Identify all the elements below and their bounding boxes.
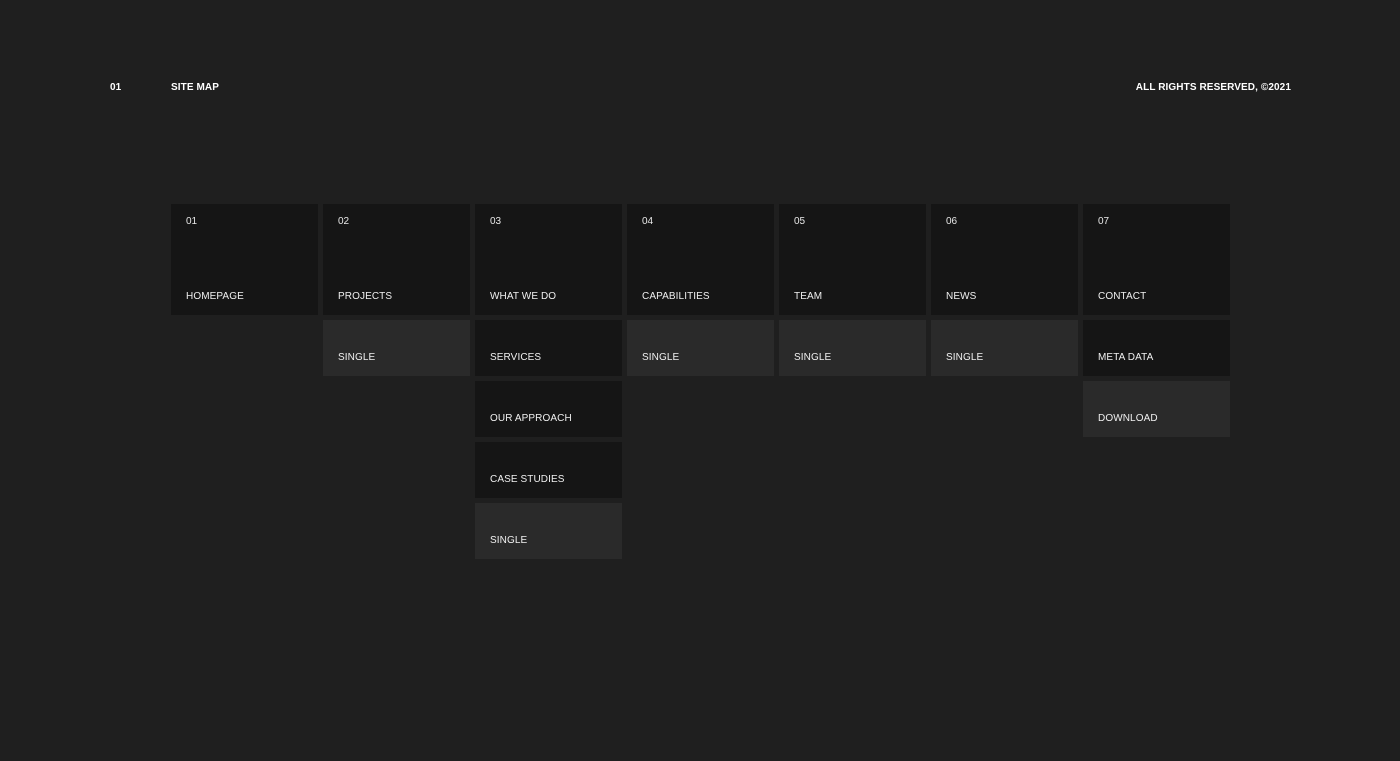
sitemap-page-tile[interactable]: 01 HOMEPAGE	[171, 204, 318, 315]
page-index-number: 07	[1098, 216, 1110, 227]
sitemap-subpage-tile[interactable]: SINGLE	[931, 320, 1078, 376]
subpage-label: SINGLE	[338, 352, 376, 363]
sitemap-column: 01 HOMEPAGE	[171, 204, 318, 559]
sitemap-column: 04 CAPABILITIES SINGLE	[627, 204, 774, 559]
page-number: 01	[110, 82, 122, 93]
subpage-label: META DATA	[1098, 352, 1154, 363]
sitemap-page-tile[interactable]: 06 NEWS	[931, 204, 1078, 315]
page-label: PROJECTS	[338, 291, 393, 302]
sitemap-column: 07 CONTACT META DATA DOWNLOAD	[1083, 204, 1230, 559]
sitemap-page-tile[interactable]: 03 WHAT WE DO	[475, 204, 622, 315]
page-index-number: 01	[186, 216, 198, 227]
subpage-label: CASE STUDIES	[490, 474, 565, 485]
subpage-label: SINGLE	[946, 352, 984, 363]
page-index-number: 05	[794, 216, 806, 227]
sitemap-column: 03 WHAT WE DO SERVICES OUR APPROACH CASE STU…	[475, 204, 622, 559]
sitemap-subpage-tile[interactable]: SINGLE	[323, 320, 470, 376]
sitemap-page-tile[interactable]: 05 TEAM	[779, 204, 926, 315]
sitemap-column: 05 TEAM SINGLE	[779, 204, 926, 559]
sitemap-grid: 01 HOMEPAGE 02 PROJECTS SINGLE 03 WHAT WE DO SE…	[171, 204, 1230, 559]
page-index-number: 04	[642, 216, 654, 227]
page-label: NEWS	[946, 291, 977, 302]
sitemap-subpage-tile[interactable]: OUR APPROACH	[475, 381, 622, 437]
sitemap-page-tile[interactable]: 07 CONTACT	[1083, 204, 1230, 315]
subpage-label: SERVICES	[490, 352, 542, 363]
sitemap-column: 06 NEWS SINGLE	[931, 204, 1078, 559]
subpage-label: SINGLE	[642, 352, 680, 363]
subpage-label: SINGLE	[490, 535, 528, 546]
page-label: HOMEPAGE	[186, 291, 244, 302]
page-label: WHAT WE DO	[490, 291, 557, 302]
subpage-label: SINGLE	[794, 352, 832, 363]
sitemap-subpage-tile[interactable]: SINGLE	[779, 320, 926, 376]
sitemap-page-tile[interactable]: 02 PROJECTS	[323, 204, 470, 315]
page-label: CAPABILITIES	[642, 291, 710, 302]
sitemap-subpage-tile[interactable]: SERVICES	[475, 320, 622, 376]
sitemap-column: 02 PROJECTS SINGLE	[323, 204, 470, 559]
page-index-number: 06	[946, 216, 958, 227]
page-index-number: 03	[490, 216, 502, 227]
page-index-number: 02	[338, 216, 350, 227]
page-title: SITE MAP	[171, 82, 220, 93]
sitemap-subpage-tile[interactable]: CASE STUDIES	[475, 442, 622, 498]
sitemap-page-tile[interactable]: 04 CAPABILITIES	[627, 204, 774, 315]
sitemap-subpage-tile[interactable]: SINGLE	[627, 320, 774, 376]
sitemap-subpage-tile[interactable]: SINGLE	[475, 503, 622, 559]
sitemap-subpage-tile[interactable]: DOWNLOAD	[1083, 381, 1230, 437]
subpage-label: DOWNLOAD	[1098, 413, 1158, 424]
copyright-notice: ALL RIGHTS RESERVED, ©2021	[1135, 82, 1291, 93]
subpage-label: OUR APPROACH	[490, 413, 572, 424]
page-label: TEAM	[794, 291, 823, 302]
sitemap-subpage-tile[interactable]: META DATA	[1083, 320, 1230, 376]
page-label: CONTACT	[1098, 291, 1147, 302]
